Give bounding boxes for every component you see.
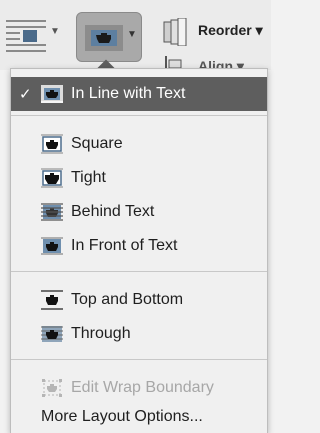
reorder-icon <box>163 18 187 46</box>
wrap-text-button[interactable]: ▼ <box>76 12 142 62</box>
menu-item-behind-text[interactable]: Behind Text <box>11 195 267 229</box>
menu-item-label: In Line with Text <box>71 85 186 102</box>
menu-item-top-and-bottom[interactable]: Top and Bottom <box>11 283 267 317</box>
position-icon[interactable] <box>6 18 46 52</box>
menu-item-label: In Front of Text <box>71 237 178 254</box>
menu-item-in-line-with-text[interactable]: ✓ In Line with Text <box>11 77 267 111</box>
in-front-of-text-icon <box>41 237 63 255</box>
menu-item-more-layout-options[interactable]: More Layout Options... <box>41 408 203 426</box>
reorder-button[interactable]: Reorder ▾ <box>198 22 263 39</box>
menu-item-label: Edit Wrap Boundary <box>71 379 214 396</box>
menu-item-square[interactable]: Square <box>11 127 267 161</box>
checkmark-icon: ✓ <box>19 86 32 103</box>
menu-item-label: Tight <box>71 169 106 186</box>
through-wrap-icon <box>41 326 63 342</box>
menu-item-in-front-of-text[interactable]: In Front of Text <box>11 229 267 263</box>
wrap-text-menu: ✓ In Line with Text Square Tight Behind … <box>10 68 268 433</box>
inline-wrap-icon <box>41 85 63 103</box>
menu-item-label: Through <box>71 325 131 342</box>
menu-separator <box>11 271 267 272</box>
edit-wrap-boundary-icon <box>42 379 62 397</box>
menu-separator <box>11 359 267 360</box>
menu-item-through[interactable]: Through <box>11 317 267 351</box>
tight-wrap-icon <box>41 168 63 188</box>
menu-item-tight[interactable]: Tight <box>11 161 267 195</box>
wrap-text-icon <box>85 25 123 51</box>
menu-item-label: Square <box>71 135 123 152</box>
ribbon: ▼ ▼ Reorder ▾ Align ▾ <box>0 0 271 70</box>
wrap-text-dropdown-caret-icon: ▼ <box>127 29 137 40</box>
top-bottom-wrap-icon <box>41 290 63 310</box>
menu-separator <box>11 115 267 116</box>
square-wrap-icon <box>41 134 63 154</box>
menu-item-label: Top and Bottom <box>71 291 184 308</box>
menu-item-label: Behind Text <box>71 203 155 220</box>
position-dropdown-caret-icon[interactable]: ▼ <box>50 26 60 37</box>
behind-text-icon <box>41 203 63 221</box>
menu-item-edit-wrap-boundary: Edit Wrap Boundary <box>11 371 267 405</box>
